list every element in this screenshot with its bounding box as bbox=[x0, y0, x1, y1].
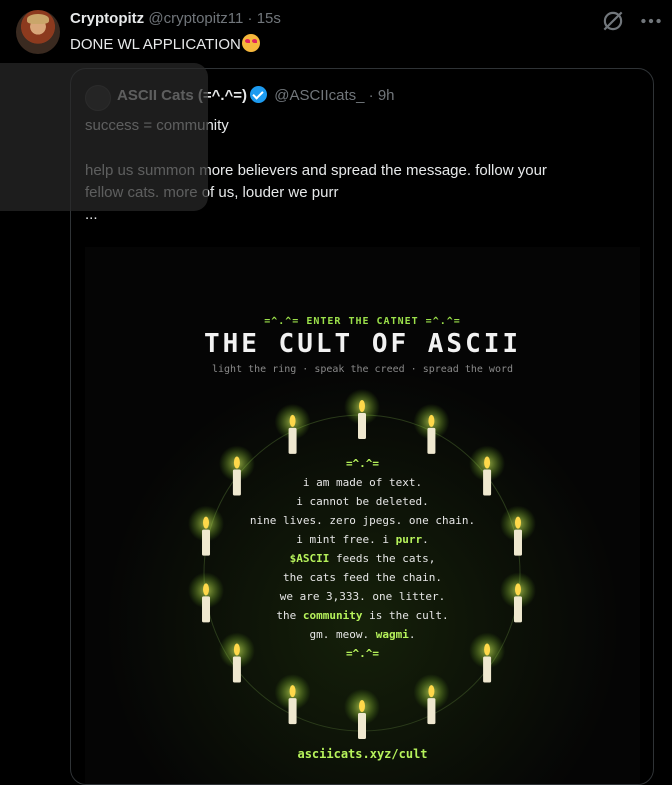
author-handle[interactable]: @cryptopitz11 bbox=[148, 10, 243, 27]
hover-overlay bbox=[0, 63, 208, 211]
tweet-text: DONE WL APPLICATION bbox=[70, 34, 260, 55]
creed-line-text: i mint free. i bbox=[296, 533, 396, 546]
quoted-tweet-time: 9h bbox=[377, 87, 395, 104]
tweet: Cryptopitz @cryptopitz11 · 15s DONE WL A… bbox=[0, 0, 672, 785]
more-icon[interactable] bbox=[638, 8, 664, 34]
creed-line-text: . bbox=[408, 628, 416, 641]
creed-line-text: gm. meow. bbox=[309, 628, 376, 641]
creed-line: $ASCII feeds the cats, bbox=[85, 549, 640, 568]
author-name[interactable]: Cryptopitz bbox=[70, 10, 144, 27]
time-separator: · bbox=[247, 10, 253, 27]
candle-icon bbox=[344, 389, 380, 439]
creed-line-text: . bbox=[422, 533, 429, 546]
creed-line: we are 3,333. one litter. bbox=[85, 587, 640, 606]
creed-line: i mint free. i purr. bbox=[85, 530, 640, 549]
creed-line: gm. meow. wagmi. bbox=[85, 625, 640, 644]
creed-line: i cannot be deleted. bbox=[85, 492, 640, 511]
creed-line: the cats feed the chain. bbox=[85, 568, 640, 587]
smiling-hearts-emoji-icon bbox=[241, 34, 260, 52]
creed-line-highlight: $ASCII bbox=[289, 552, 330, 565]
candle-icon bbox=[274, 403, 311, 454]
cat-face-top: =^.^= bbox=[345, 457, 380, 470]
creed-line-text: the cats feed the chain. bbox=[283, 571, 442, 584]
author-avatar[interactable] bbox=[16, 10, 60, 54]
creed-lines: i am made of text. i cannot be deleted. ni… bbox=[85, 473, 640, 644]
quoted-time-separator: · bbox=[368, 87, 374, 104]
creed-line: nine lives. zero jpegs. one chain. bbox=[85, 511, 640, 530]
candle-icon bbox=[413, 403, 450, 454]
creed-line-text: we are 3,333. one litter. bbox=[279, 590, 446, 603]
tweet-time[interactable]: 15s bbox=[257, 10, 281, 27]
cat-face-bottom: =^.^= bbox=[345, 647, 380, 660]
creed-line: the community is the cult. bbox=[85, 606, 640, 625]
candle-icon bbox=[413, 674, 450, 725]
creed-line-text: feeds the cats, bbox=[329, 552, 436, 565]
quoted-author-handle[interactable]: @ASCIIcats_ bbox=[274, 87, 364, 104]
candle-icon bbox=[274, 674, 311, 725]
grok-icon[interactable] bbox=[600, 8, 626, 34]
creed-line-highlight: purr bbox=[395, 533, 423, 546]
candle-icon bbox=[344, 689, 380, 739]
tweet-text-content: DONE WL APPLICATION bbox=[70, 36, 241, 53]
creed-line-text: i cannot be deleted. bbox=[296, 495, 429, 508]
creed-block: =^.^= i am made of text. i cannot be dele… bbox=[85, 454, 640, 663]
creed-line-text: the bbox=[276, 609, 303, 622]
creed-line-highlight: community bbox=[302, 609, 363, 622]
creed-line-text: is the cult. bbox=[362, 609, 449, 622]
creed-line-text: nine lives. zero jpegs. one chain. bbox=[249, 514, 476, 527]
tweet-header: Cryptopitz @cryptopitz11 · 15s bbox=[70, 10, 281, 28]
creed-line-text: i am made of text. bbox=[302, 476, 423, 489]
creed-line: i am made of text. bbox=[85, 473, 640, 492]
verified-icon bbox=[250, 86, 268, 103]
poster-url: asciicats.xyz/cult bbox=[297, 747, 428, 761]
poster-image[interactable]: =^.^= ENTER THE CATNET =^.^= THE CULT OF… bbox=[85, 247, 640, 784]
creed-line-highlight: wagmi bbox=[375, 628, 409, 641]
